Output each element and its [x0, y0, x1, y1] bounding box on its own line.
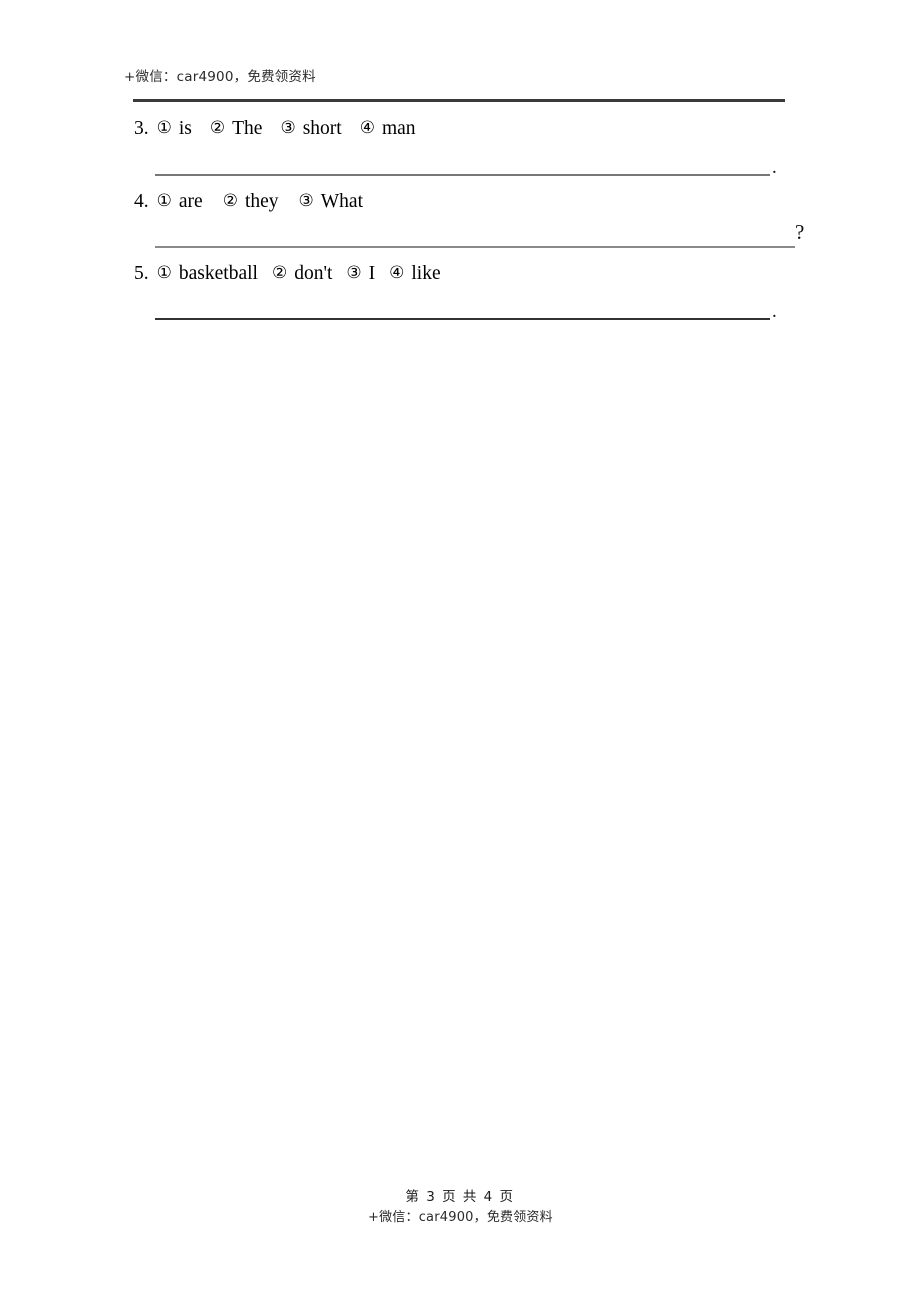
question-3-end-punctuation: . [772, 157, 777, 178]
question-3-option-3[interactable]: ③ short [280, 119, 341, 139]
question-3-option-2-label: The [232, 118, 263, 139]
question-3-option-1-label: is [178, 118, 192, 139]
circled-number-4-icon: ④ [389, 263, 405, 283]
question-5-option-1-label: basketball [178, 263, 258, 284]
question-4-option-3-label: What [320, 191, 363, 212]
worksheet-page: +微信：car4900，免费领资料 3. ① is ② The ③ short ④ man . … [0, 0, 920, 1302]
circled-number-3-icon: ③ [280, 118, 296, 138]
question-4-answer-line[interactable] [155, 246, 795, 248]
question-3-option-4[interactable]: ④ man [360, 119, 416, 139]
question-5: 5. ① basketball ② don't ③ I ④ like [134, 264, 441, 284]
question-5-option-4-label: like [411, 263, 441, 284]
circled-number-2-icon: ② [209, 118, 226, 138]
question-3-answer-line[interactable] [155, 174, 770, 176]
question-3-option-3-label: short [302, 118, 342, 139]
question-4-number: 4. [134, 191, 149, 212]
question-5-option-3-label: I [368, 263, 376, 284]
question-4-option-2[interactable]: ② they [223, 192, 279, 212]
question-4-option-2-label: they [244, 191, 279, 212]
watermark-top: +微信：car4900，免费领资料 [124, 69, 316, 85]
question-5-option-2[interactable]: ② don't [272, 264, 332, 284]
footer-page-number: 第 3 页 共 4 页 [405, 1189, 515, 1205]
question-5-number: 5. [134, 263, 149, 284]
question-4-end-punctuation: ? [795, 220, 805, 244]
header-divider [133, 99, 785, 102]
circled-number-3-icon: ③ [346, 263, 362, 283]
question-4-option-1-label: are [178, 191, 203, 212]
question-4-option-1[interactable]: ① are [157, 192, 203, 212]
question-3-option-4-label: man [381, 118, 416, 139]
question-5-option-3[interactable]: ③I [346, 264, 375, 284]
circled-number-2-icon: ② [222, 191, 238, 211]
question-4: 4. ① are ② they ③ What [134, 192, 363, 212]
question-3: 3. ① is ② The ③ short ④ man [134, 119, 416, 139]
circled-number-1-icon: ① [156, 191, 172, 211]
question-5-option-2-label: don't [294, 263, 333, 284]
question-5-option-1[interactable]: ① basketball [157, 264, 258, 284]
circled-number-1-icon: ① [156, 118, 172, 138]
question-5-answer-line[interactable] [155, 318, 770, 320]
question-5-end-punctuation: . [772, 301, 777, 322]
question-5-option-4[interactable]: ④ like [389, 264, 441, 284]
question-3-option-1[interactable]: ① is [157, 119, 192, 139]
circled-number-4-icon: ④ [359, 118, 375, 138]
circled-number-2-icon: ② [271, 263, 288, 283]
circled-number-1-icon: ① [156, 263, 172, 283]
question-3-option-2[interactable]: ② The [210, 119, 263, 139]
question-3-number: 3. [134, 118, 149, 139]
watermark-bottom: +微信：car4900，免费领资料 [368, 1210, 553, 1225]
question-4-option-3[interactable]: ③ What [299, 192, 363, 212]
circled-number-3-icon: ③ [298, 191, 314, 211]
